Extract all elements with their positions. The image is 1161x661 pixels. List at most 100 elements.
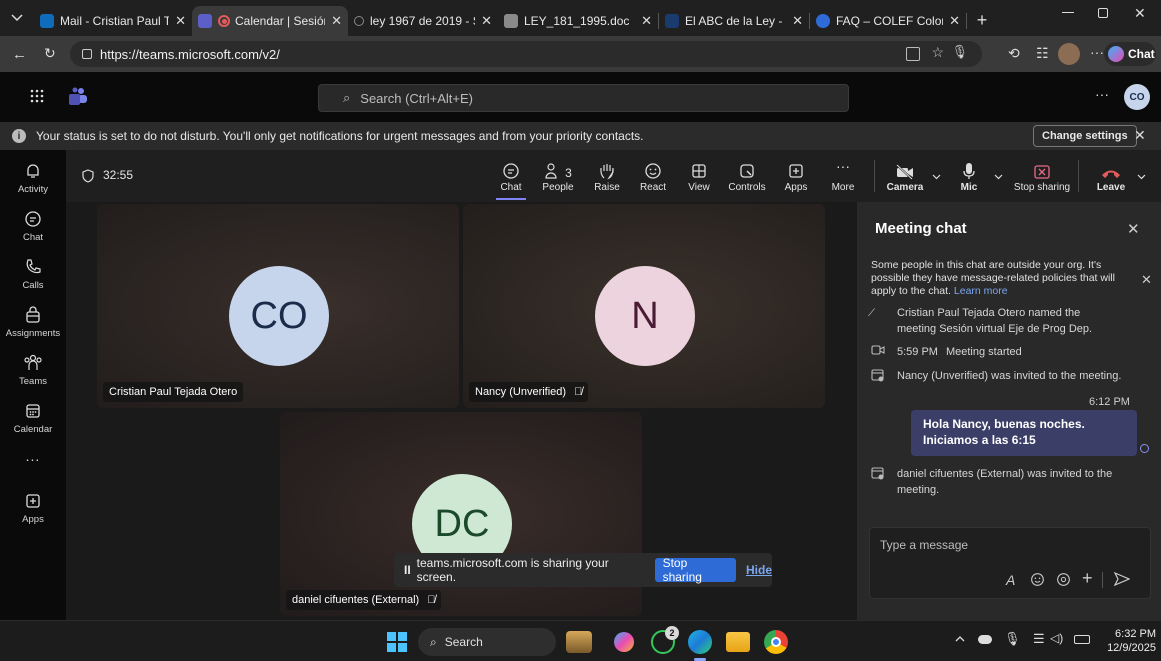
send-icon[interactable] bbox=[1114, 572, 1130, 586]
participant-tile[interactable]: N Nancy (Unverified) 🎙̸ bbox=[463, 204, 825, 408]
back-icon[interactable]: ← bbox=[12, 46, 27, 63]
chrome-icon[interactable] bbox=[764, 630, 788, 654]
minimize-icon[interactable] bbox=[1062, 12, 1074, 13]
mic-options-chevron-icon[interactable] bbox=[994, 174, 1003, 180]
stop-sharing-button[interactable]: Stop sharing bbox=[1010, 152, 1074, 200]
battery-icon[interactable] bbox=[1074, 635, 1090, 644]
close-tab-icon[interactable]: ✕ bbox=[792, 13, 803, 29]
leave-options-chevron-icon[interactable] bbox=[1137, 174, 1146, 180]
close-banner-icon[interactable]: ✕ bbox=[1134, 127, 1146, 144]
hang-up-icon bbox=[1100, 152, 1122, 180]
participant-name: Nancy (Unverified) 🎙̸ bbox=[469, 382, 589, 402]
message-input[interactable]: Type a message bbox=[880, 538, 968, 552]
more-button[interactable]: ··· More bbox=[828, 152, 858, 200]
edge-browser-icon[interactable] bbox=[688, 630, 712, 654]
refresh-icon[interactable]: ↻ bbox=[44, 45, 56, 62]
raise-hand-button[interactable]: Raise bbox=[592, 152, 622, 200]
app-available-icon[interactable] bbox=[906, 47, 920, 61]
rail-item-assignments[interactable]: Assignments bbox=[0, 298, 66, 346]
onedrive-icon[interactable] bbox=[978, 635, 992, 644]
chat-button[interactable]: Chat bbox=[496, 152, 526, 200]
browser-tab-active[interactable]: Calendar | Sesión vi ✕ bbox=[192, 6, 348, 36]
restore-icon[interactable] bbox=[1098, 8, 1108, 18]
tray-chevron-icon[interactable] bbox=[955, 635, 965, 642]
more-icon: ··· bbox=[836, 158, 850, 174]
people-button[interactable]: 3 People bbox=[540, 152, 576, 200]
hide-notice-link[interactable]: Hide bbox=[746, 563, 772, 577]
close-notice-icon[interactable]: ✕ bbox=[1141, 272, 1152, 288]
phone-icon bbox=[22, 256, 44, 278]
close-tab-icon[interactable]: ✕ bbox=[481, 13, 492, 29]
close-chat-icon[interactable]: ✕ bbox=[1127, 220, 1140, 238]
tab-actions-chevron-icon[interactable] bbox=[0, 0, 34, 36]
browser-tab[interactable]: FAQ – COLEF Colombia ✕ bbox=[810, 6, 966, 36]
info-icon: i bbox=[12, 129, 26, 143]
more-icon[interactable]: ··· bbox=[1095, 86, 1109, 102]
clock[interactable]: 6:32 PM 12/9/2025 bbox=[1100, 627, 1156, 655]
rail-item-calls[interactable]: Calls bbox=[0, 250, 66, 298]
attach-plus-icon[interactable]: + bbox=[1082, 568, 1093, 589]
apps-button[interactable]: Apps bbox=[781, 152, 811, 200]
search-input[interactable]: ⌕ Search (Ctrl+Alt+E) bbox=[318, 84, 849, 112]
volume-icon[interactable]: ◁) bbox=[1050, 631, 1063, 645]
toolbar-divider bbox=[874, 160, 875, 192]
close-tab-icon[interactable]: ✕ bbox=[641, 13, 652, 29]
rail-item-apps[interactable]: Apps bbox=[0, 484, 66, 532]
search-icon: ⌕ bbox=[430, 634, 437, 649]
browser-tab[interactable]: El ABC de la Ley - Coleg ✕ bbox=[659, 6, 809, 36]
browser-tab[interactable]: ley 1967 de 2019 - Searc ✕ bbox=[348, 6, 498, 36]
screen-share-notice: II teams.microsoft.com is sharing your s… bbox=[394, 553, 772, 587]
rail-item-teams[interactable]: Teams bbox=[0, 346, 66, 394]
controls-button[interactable]: Controls bbox=[726, 152, 768, 200]
close-tab-icon[interactable]: ✕ bbox=[175, 13, 186, 29]
rail-item-more[interactable]: ... bbox=[0, 448, 66, 472]
copilot-icon[interactable] bbox=[614, 632, 634, 652]
pause-icon: II bbox=[404, 563, 411, 577]
file-explorer-icon[interactable] bbox=[726, 632, 750, 652]
rail-item-calendar[interactable]: Calendar bbox=[0, 394, 66, 442]
learn-more-link[interactable]: Learn more bbox=[954, 285, 1008, 297]
user-avatar[interactable]: CO bbox=[1124, 84, 1150, 110]
camera-options-chevron-icon[interactable] bbox=[932, 174, 941, 180]
app-launcher-icon[interactable] bbox=[30, 89, 44, 103]
profile-avatar[interactable] bbox=[1058, 43, 1080, 65]
taskbar-search[interactable]: ⌕ Search bbox=[418, 628, 556, 656]
windows-start-icon[interactable] bbox=[387, 632, 407, 652]
location-icon[interactable]: 🎙 bbox=[1004, 631, 1021, 647]
recording-icon bbox=[218, 15, 230, 27]
mic-button[interactable]: Mic bbox=[954, 152, 984, 200]
new-tab-button[interactable]: + bbox=[967, 5, 997, 35]
url-field[interactable]: https://teams.microsoft.com/v2/ ☆ 🎙 bbox=[70, 41, 982, 67]
close-tab-icon[interactable]: ✕ bbox=[949, 13, 960, 29]
stop-sharing-notice-button[interactable]: Stop sharing bbox=[654, 556, 736, 584]
close-window-icon[interactable]: ✕ bbox=[1134, 5, 1146, 22]
more-icon[interactable]: ··· bbox=[1090, 44, 1104, 60]
favorite-icon[interactable]: ☆ bbox=[931, 44, 944, 61]
favorites-bar-icon[interactable]: ☷ bbox=[1036, 45, 1049, 62]
chat-message-bubble[interactable]: Hola Nancy, buenas noches. Iniciamos a l… bbox=[911, 410, 1137, 456]
close-tab-icon[interactable]: ✕ bbox=[331, 13, 342, 29]
emoji-icon[interactable] bbox=[1030, 572, 1045, 587]
react-button[interactable]: React bbox=[638, 152, 668, 200]
browser-tab[interactable]: Mail - Cristian Paul Tejad ✕ bbox=[34, 6, 192, 36]
document-icon bbox=[504, 14, 518, 28]
mic-muted-icon: 🎙̸ bbox=[427, 594, 436, 606]
change-settings-button[interactable]: Change settings bbox=[1033, 125, 1137, 147]
camera-button[interactable]: Camera bbox=[886, 152, 924, 200]
message-compose-box[interactable]: Type a message A + bbox=[869, 527, 1151, 599]
read-aloud-icon[interactable]: 🎙 bbox=[951, 44, 968, 60]
participant-tile[interactable]: CO Cristian Paul Tejada Otero bbox=[97, 204, 459, 408]
loop-icon[interactable] bbox=[1056, 572, 1071, 587]
teams-icon bbox=[198, 14, 212, 28]
rail-item-chat[interactable]: Chat bbox=[0, 202, 66, 250]
extensions-icon[interactable]: ⟲ bbox=[1008, 45, 1020, 62]
browser-tab[interactable]: LEY_181_1995.doc ✕ bbox=[498, 6, 658, 36]
whatsapp-icon[interactable]: 2 bbox=[651, 626, 679, 654]
rail-item-activity[interactable]: Activity bbox=[0, 154, 66, 202]
copilot-chat-button[interactable]: Chat bbox=[1104, 42, 1156, 66]
leave-button[interactable]: Leave bbox=[1094, 152, 1128, 200]
wifi-icon[interactable]: ☰ bbox=[1033, 631, 1045, 647]
view-button[interactable]: View bbox=[684, 152, 714, 200]
format-icon[interactable]: A bbox=[1006, 572, 1015, 588]
widgets-icon[interactable] bbox=[566, 631, 592, 653]
